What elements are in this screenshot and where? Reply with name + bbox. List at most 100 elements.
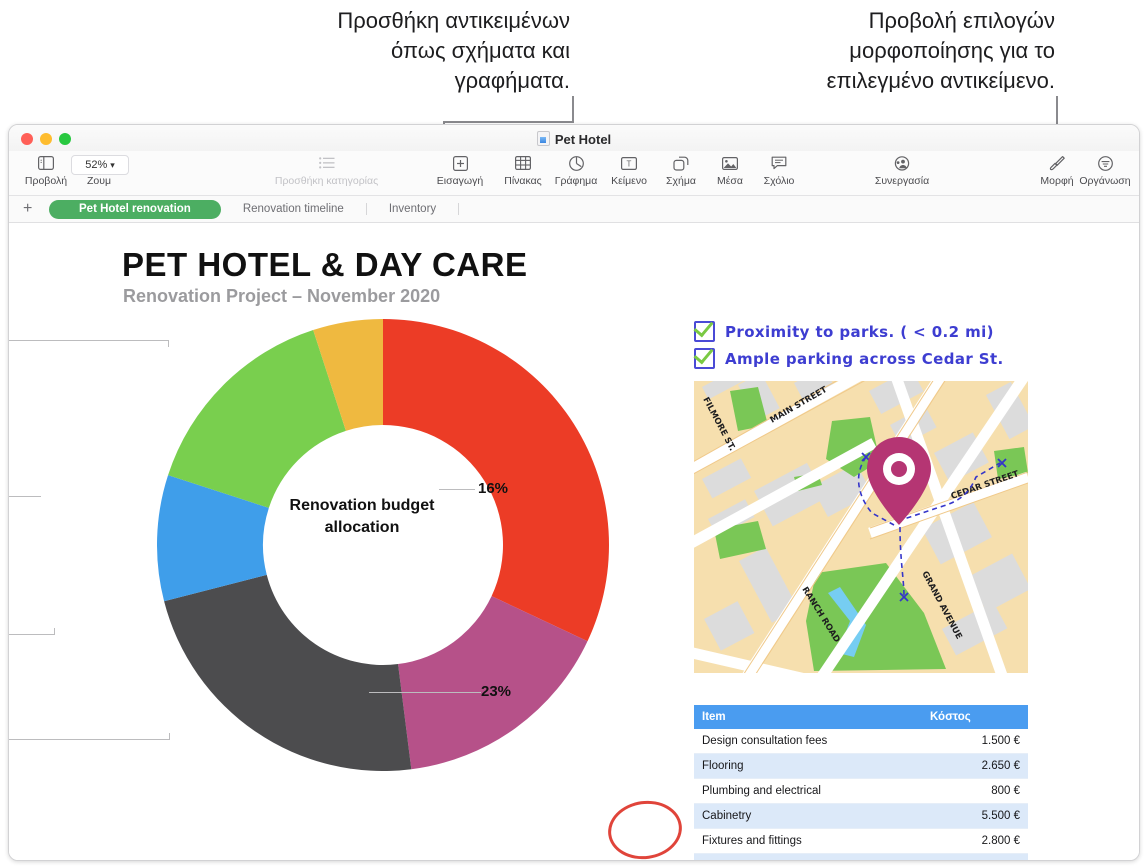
zoom-select[interactable]: 52% ▾ bbox=[71, 155, 129, 175]
donut-leader-9-tick bbox=[169, 733, 170, 740]
tab-separator bbox=[458, 203, 460, 215]
table-cell-item[interactable]: Design consultation fees bbox=[694, 729, 922, 754]
donut-label-16: 16% bbox=[478, 480, 509, 497]
toolbar-chart-label: Γράφημα bbox=[554, 175, 598, 187]
checklist-item-proximity[interactable]: Proximity to parks. ( < 0.2 mi) bbox=[694, 321, 1004, 342]
annotation-note-line1: Let's try bbox=[551, 854, 672, 860]
checklist-item-parking[interactable]: Ample parking across Cedar St. bbox=[694, 348, 1004, 369]
table-cell-item[interactable]: Labor bbox=[694, 853, 922, 860]
media-image-icon bbox=[722, 153, 738, 173]
toolbar: Προβολή 52% ▾ Ζουμ Προσθήκη κατηγορίας Ε… bbox=[9, 151, 1139, 196]
checklist-label: Ample parking across Cedar St. bbox=[725, 349, 1004, 368]
annotation-circle bbox=[604, 796, 686, 860]
callout-insert-objects: Προσθήκη αντικειμένων όπως σχήματα και γ… bbox=[337, 8, 570, 93]
table-header-item[interactable]: Item bbox=[694, 705, 922, 729]
donut-leader-32-tick bbox=[168, 340, 169, 347]
document-icon bbox=[536, 131, 550, 146]
pie-chart-icon bbox=[568, 153, 584, 173]
callout-format-options: Προβολή επιλογών μορφοποίησης για το επι… bbox=[826, 8, 1055, 93]
table-row[interactable]: Cabinetry 5.500 € bbox=[694, 803, 1028, 829]
sheet-tabbar: + Pet Hotel renovation Renovation timeli… bbox=[9, 196, 1139, 223]
shape-icon bbox=[673, 153, 689, 173]
table-header-cost[interactable]: Κόστος bbox=[922, 705, 1028, 729]
toolbar-organize-label: Οργάνωση bbox=[1079, 175, 1131, 187]
toolbar-add-category-button[interactable]: Προσθήκη κατηγορίας bbox=[234, 153, 419, 187]
table-row-labor[interactable]: Labor 4.000 € bbox=[694, 853, 1028, 860]
add-sheet-button[interactable]: + bbox=[23, 200, 32, 218]
table-row[interactable]: Design consultation fees 1.500 € bbox=[694, 729, 1028, 754]
donut-leader-5 bbox=[9, 496, 41, 497]
table-header-row: Item Κόστος bbox=[694, 705, 1028, 729]
table-cell-cost[interactable]: 2.650 € bbox=[922, 753, 1028, 779]
toolbar-view-label: Προβολή bbox=[24, 175, 68, 187]
donut-chart[interactable] bbox=[157, 319, 609, 771]
table-row[interactable]: Flooring 2.650 € bbox=[694, 753, 1028, 779]
comment-bubble-icon bbox=[771, 153, 787, 173]
checkbox-checked-icon[interactable] bbox=[694, 348, 715, 369]
sheet-tabs: Pet Hotel renovation Renovation timeline… bbox=[49, 199, 460, 219]
table-cell-cost[interactable]: 5.500 € bbox=[922, 803, 1028, 829]
table-cell-cost[interactable]: 800 € bbox=[922, 778, 1028, 804]
toolbar-insert-label: Εισαγωγή bbox=[436, 175, 484, 187]
table-grid-icon bbox=[515, 153, 531, 173]
table-row[interactable]: Fixtures and fittings 2.800 € bbox=[694, 828, 1028, 854]
cost-table[interactable]: Item Κόστος Design consultation fees 1.5… bbox=[694, 705, 1028, 860]
donut-slice-flooring[interactable] bbox=[168, 330, 346, 508]
donut-center-label: Renovation budget allocation bbox=[289, 497, 435, 536]
table-row[interactable]: Plumbing and electrical 800 € bbox=[694, 778, 1028, 804]
table-cell-cost[interactable]: 4.000 € bbox=[922, 853, 1028, 860]
toolbar-media-label: Μέσα bbox=[717, 175, 743, 187]
toolbar-add-category-label: Προσθήκη κατηγορίας bbox=[274, 175, 379, 187]
annotation-note: Let's try to bring this down bbox=[551, 854, 677, 860]
toolbar-collaborate-button[interactable]: Συνεργασία bbox=[865, 153, 939, 187]
sidebar-icon bbox=[38, 153, 54, 173]
sheet-canvas[interactable]: PET HOTEL & DAY CARE Renovation Project … bbox=[9, 223, 1139, 860]
collaborate-person-icon bbox=[893, 153, 911, 173]
document-title-bar: Pet Hotel bbox=[9, 131, 1139, 147]
keynote-window: Pet Hotel Προβολή 52% ▾ Ζουμ Προσθήκη κα… bbox=[8, 124, 1140, 861]
toolbar-comment-button[interactable]: Σχόλιο bbox=[742, 153, 816, 187]
document-title: Pet Hotel bbox=[554, 132, 612, 147]
donut-leader-15-tick bbox=[54, 628, 55, 635]
table-cell-cost[interactable]: 2.800 € bbox=[922, 828, 1028, 854]
leader-left-horizontal bbox=[443, 121, 574, 123]
zoom-value: 52% bbox=[85, 159, 108, 171]
checkbox-checked-icon[interactable] bbox=[694, 321, 715, 342]
page-title: PET HOTEL & DAY CARE bbox=[122, 246, 528, 283]
toolbar-zoom-label: Ζουμ bbox=[86, 175, 112, 187]
table-cell-item[interactable]: Plumbing and electrical bbox=[694, 778, 922, 804]
toolbar-table-label: Πίνακας bbox=[504, 175, 542, 187]
table-cell-item[interactable]: Flooring bbox=[694, 753, 922, 779]
map-image[interactable]: FILMORE ST. MAIN STREET CEDAR STREET RAN… bbox=[694, 381, 1028, 673]
donut-leader-15 bbox=[9, 634, 55, 635]
organize-lines-icon bbox=[1097, 153, 1113, 173]
donut-leader-23 bbox=[369, 692, 481, 693]
handwritten-checklist: Proximity to parks. ( < 0.2 mi) Ample pa… bbox=[694, 321, 1004, 375]
donut-label-23: 23% bbox=[481, 683, 512, 700]
sheet-tab-pet-hotel-renovation[interactable]: Pet Hotel renovation bbox=[49, 199, 221, 219]
donut-leader-9 bbox=[9, 739, 170, 740]
donut-leader-16 bbox=[439, 489, 475, 490]
donut-leader-32 bbox=[9, 340, 169, 341]
toolbar-collaborate-label: Συνεργασία bbox=[874, 175, 930, 187]
format-brush-icon bbox=[1049, 153, 1065, 173]
text-box-icon: T bbox=[621, 153, 637, 173]
sheet-tab-renovation-timeline[interactable]: Renovation timeline bbox=[221, 200, 366, 219]
checklist-label: Proximity to parks. ( < 0.2 mi) bbox=[725, 322, 994, 341]
leader-left-vertical bbox=[572, 96, 574, 122]
chevron-down-icon: ▾ bbox=[110, 159, 115, 170]
list-icon bbox=[318, 153, 335, 173]
toolbar-shape-label: Σχήμα bbox=[666, 175, 696, 187]
page-subtitle: Renovation Project – November 2020 bbox=[123, 286, 441, 306]
sheet-tab-inventory[interactable]: Inventory bbox=[367, 200, 458, 219]
window-titlebar: Pet Hotel bbox=[9, 125, 1139, 151]
donut-slice-labor[interactable] bbox=[164, 574, 412, 771]
table-cell-cost[interactable]: 1.500 € bbox=[922, 729, 1028, 754]
toolbar-organize-button[interactable]: Οργάνωση bbox=[1068, 153, 1139, 187]
svg-text:T: T bbox=[627, 159, 632, 168]
table-cell-item[interactable]: Cabinetry bbox=[694, 803, 922, 829]
insert-plus-icon bbox=[452, 153, 468, 173]
table-cell-item[interactable]: Fixtures and fittings bbox=[694, 828, 922, 854]
toolbar-comment-label: Σχόλιο bbox=[763, 175, 795, 187]
toolbar-text-label: Κείμενο bbox=[611, 175, 647, 187]
